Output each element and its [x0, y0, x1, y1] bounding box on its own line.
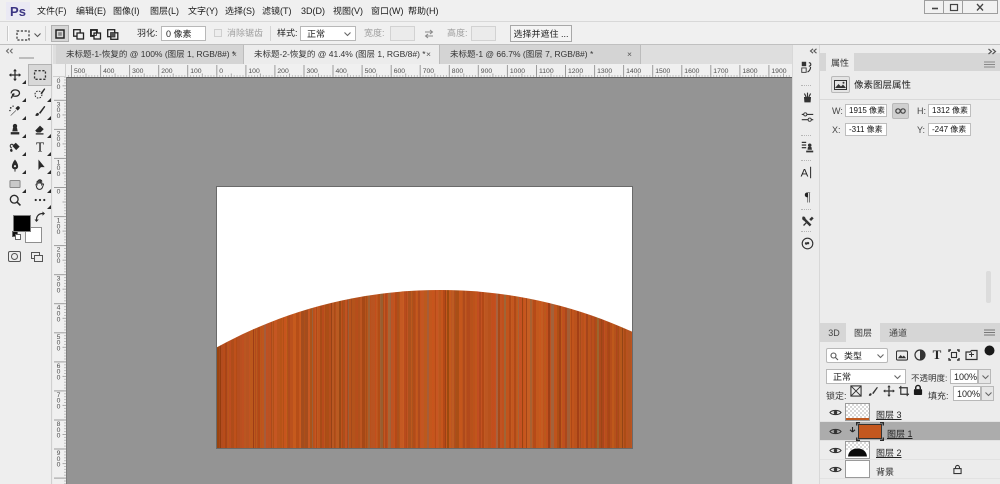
- svg-text:400: 400: [336, 68, 348, 75]
- svg-text:1500: 1500: [655, 68, 670, 75]
- svg-text:0: 0: [57, 171, 61, 178]
- svg-text:¶: ¶: [805, 190, 811, 204]
- svg-text:1200: 1200: [568, 68, 583, 75]
- svg-text:0: 0: [57, 375, 61, 382]
- svg-text:0: 0: [57, 433, 61, 440]
- svg-text:0: 0: [57, 287, 61, 294]
- svg-text:0: 0: [57, 258, 61, 265]
- svg-text:100: 100: [190, 68, 202, 75]
- svg-text:500: 500: [365, 68, 377, 75]
- svg-text:0: 0: [57, 404, 61, 411]
- svg-text:0: 0: [219, 68, 223, 75]
- svg-text:600: 600: [394, 68, 406, 75]
- svg-text:1900: 1900: [771, 68, 786, 75]
- svg-text:0: 0: [57, 229, 61, 236]
- svg-text:800: 800: [452, 68, 464, 75]
- svg-text:500: 500: [74, 68, 86, 75]
- svg-text:700: 700: [423, 68, 435, 75]
- svg-text:1600: 1600: [684, 68, 699, 75]
- svg-text:400: 400: [103, 68, 115, 75]
- svg-text:200: 200: [161, 68, 173, 75]
- svg-text:0: 0: [57, 316, 61, 323]
- svg-text:T: T: [36, 140, 44, 154]
- svg-text:1100: 1100: [539, 68, 554, 75]
- svg-text:0: 0: [57, 462, 61, 469]
- svg-text:100: 100: [248, 68, 260, 75]
- svg-text:0: 0: [57, 345, 61, 352]
- svg-text:1000: 1000: [510, 68, 525, 75]
- svg-text:1400: 1400: [626, 68, 641, 75]
- svg-text:A: A: [801, 167, 809, 179]
- svg-text:300: 300: [307, 68, 319, 75]
- svg-text:1700: 1700: [713, 68, 728, 75]
- svg-text:200: 200: [277, 68, 289, 75]
- svg-text:0: 0: [57, 142, 61, 149]
- svg-text:0: 0: [57, 84, 61, 91]
- svg-text:900: 900: [481, 68, 493, 75]
- svg-text:1300: 1300: [597, 68, 612, 75]
- svg-text:0: 0: [57, 189, 61, 196]
- svg-text:300: 300: [132, 68, 144, 75]
- svg-text:1800: 1800: [742, 68, 757, 75]
- svg-text:0: 0: [57, 113, 61, 120]
